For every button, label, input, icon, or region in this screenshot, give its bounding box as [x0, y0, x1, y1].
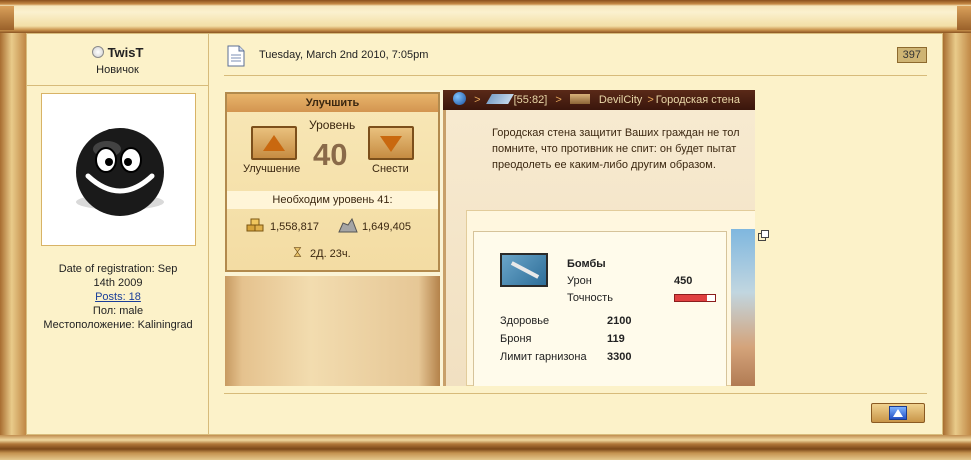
upgrade-panel: Улучшить Уровень 40 Улучшение Снести Нео…	[225, 92, 440, 272]
armor-label: Броня	[500, 333, 532, 345]
user-header: TwisT Новичок	[27, 34, 208, 86]
post-date: Tuesday, March 2nd 2010, 7:05pm	[259, 49, 429, 61]
description-line: Городская стена защитит Ваших граждан не…	[492, 127, 740, 139]
description-line: преодолеть ее каким-либо другим образом.	[492, 159, 716, 171]
left-frame	[0, 33, 26, 435]
breadcrumb-coords: [55:82]	[513, 94, 548, 106]
upgrade-arrow-icon	[251, 126, 297, 160]
right-frame	[943, 33, 971, 435]
breadcrumb-building: Городская стена	[655, 94, 740, 106]
post-content-column: Tuesday, March 2nd 2010, 7:05pm 397 Улуч…	[209, 34, 942, 434]
damage-value: 450	[674, 275, 693, 287]
bottom-frame	[0, 435, 971, 460]
garrison-label: Лимит гарнизона	[500, 351, 587, 363]
gold-amount: 1,558,817	[270, 221, 319, 233]
garrison-value: 3300	[607, 351, 632, 363]
build-time: 2Д. 23ч.	[293, 244, 351, 260]
offline-status-icon	[91, 46, 104, 58]
armor-value: 119	[607, 333, 625, 345]
gold-icon	[246, 218, 264, 232]
scroll-to-top-button[interactable]	[871, 403, 925, 423]
health-value: 2100	[607, 315, 632, 327]
stone-amount: 1,649,405	[362, 221, 411, 233]
building-description: Городская стена защитит Ваших граждан не…	[492, 125, 740, 173]
top-frame	[0, 0, 971, 33]
user-rank: Новичок	[96, 64, 139, 76]
upgrade-label: Улучшение	[243, 163, 301, 175]
damage-label: Урон	[567, 275, 592, 287]
accuracy-bar-fill	[675, 295, 707, 301]
arrow-up-icon	[889, 406, 907, 420]
required-level: Необходим уровень 41:	[227, 191, 438, 209]
breadcrumb-city: DevilCity	[598, 94, 643, 106]
document-icon	[227, 45, 245, 67]
hourglass-icon	[293, 247, 302, 257]
bomb-weapon-icon	[500, 253, 548, 287]
accuracy-bar	[674, 294, 716, 302]
smiley-avatar-icon	[52, 104, 185, 235]
gold-resource: 1,558,817	[245, 217, 319, 233]
user-gender: Пол: male	[92, 305, 144, 317]
globe-icon	[453, 92, 466, 105]
stone-icon	[338, 217, 358, 233]
user-location: Местоположение: Kaliningrad	[43, 319, 193, 331]
weapon-card: Бомбы Урон Точность 450 Здоровье 2100 Бр…	[473, 231, 727, 386]
post-number-badge[interactable]: 397	[896, 47, 927, 63]
demolish-label: Снести	[372, 163, 409, 175]
user-info: Date of registration: Sep 14th 2009 Post…	[27, 262, 209, 332]
forum-post: TwisT Новичок Date of registration: Sep …	[26, 33, 943, 435]
health-label: Здоровье	[500, 315, 550, 327]
description-line: помните, что противник не спит: он будет…	[492, 143, 737, 155]
level-number: 40	[313, 137, 348, 172]
demolish-arrow-icon	[368, 126, 414, 160]
post-footer-divider	[224, 393, 927, 394]
accuracy-label: Точность	[567, 292, 613, 304]
defense-frame: Бомбы Урон Точность 450 Здоровье 2100 Бр…	[466, 210, 755, 386]
posts-link[interactable]: Posts: 18	[95, 291, 141, 303]
map-icon	[485, 94, 514, 104]
game-breadcrumb: > [55:82] > DevilCity > Городская стена	[443, 90, 755, 110]
user-profile-column: TwisT Новичок Date of registration: Sep …	[27, 34, 209, 434]
upgrade-panel-title: Улучшить	[227, 94, 438, 112]
build-time-value: 2Д. 23ч.	[310, 248, 351, 260]
level-label: Уровень	[309, 118, 356, 132]
stone-resource: 1,649,405	[337, 217, 411, 233]
weapon-name: Бомбы	[567, 258, 606, 270]
post-header: Tuesday, March 2nd 2010, 7:05pm 397	[224, 34, 927, 76]
building-detail: Городская стена защитит Ваших граждан не…	[443, 110, 755, 386]
avatar	[41, 93, 196, 246]
username[interactable]: TwisT	[108, 45, 144, 60]
game-screenshot: Улучшить Уровень 40 Улучшение Снести Нео…	[225, 90, 755, 386]
expand-image-icon[interactable]	[758, 230, 769, 241]
panel-background	[225, 276, 440, 386]
registration-date: Date of registration: Sep 14th 2009	[58, 263, 178, 289]
city-icon	[569, 94, 590, 104]
